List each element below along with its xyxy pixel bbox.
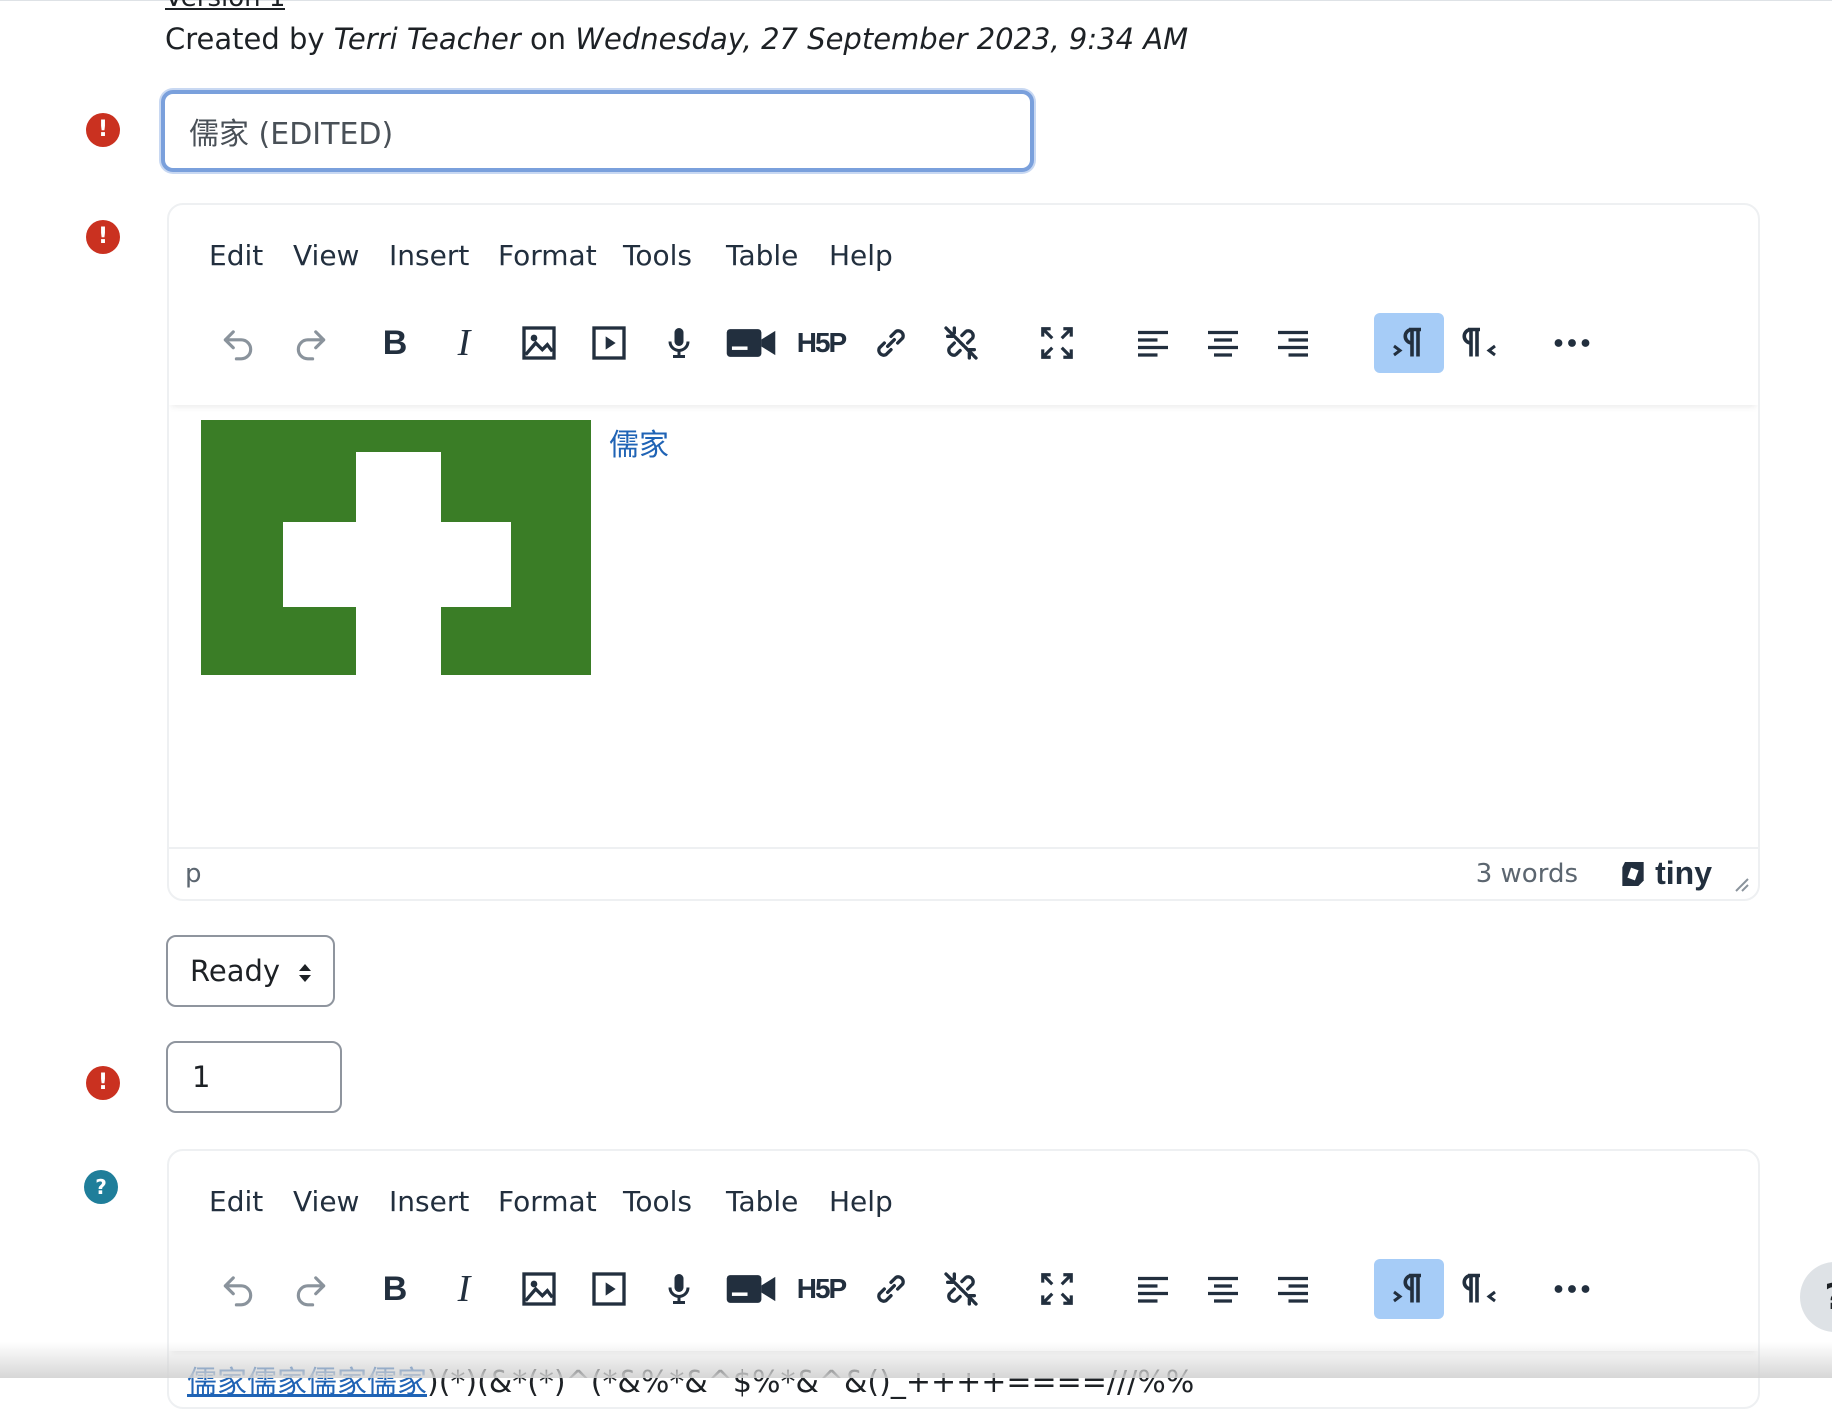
italic-icon[interactable]: I	[433, 1259, 495, 1319]
editor-statusbar: p 3 words tiny	[169, 847, 1758, 899]
bold-icon[interactable]: B	[364, 1259, 426, 1319]
title-input[interactable]: 儒家 (EDITED)	[161, 90, 1034, 172]
created-date: Wednesday, 27 September 2023, 9:34 AM	[575, 22, 1189, 56]
image-icon[interactable]	[508, 1259, 570, 1319]
menu-table[interactable]: Table	[726, 1185, 798, 1218]
record-audio-icon[interactable]	[648, 313, 710, 373]
rtl-icon[interactable]	[1449, 1259, 1511, 1319]
ltr-icon[interactable]	[1374, 313, 1444, 373]
unlink-icon[interactable]	[930, 313, 992, 373]
help-icon[interactable]: ?	[84, 1170, 118, 1204]
align-center-icon[interactable]	[1192, 1259, 1254, 1319]
h5p-icon[interactable]: H5P	[790, 313, 852, 373]
author-name: Terri Teacher	[333, 22, 521, 56]
media-icon[interactable]	[578, 313, 640, 373]
editor-toolbar: B I H5P	[169, 295, 1758, 405]
fullscreen-icon[interactable]	[1026, 313, 1088, 373]
italic-icon[interactable]: I	[433, 313, 495, 373]
more-icon[interactable]	[1541, 1259, 1603, 1319]
record-video-icon[interactable]	[720, 1259, 782, 1319]
rich-text-editor: Edit View Insert Format Tools Table Help…	[167, 203, 1760, 901]
align-right-icon[interactable]	[1262, 313, 1324, 373]
tiny-logo-icon	[1622, 861, 1644, 886]
number-input[interactable]: 1	[166, 1041, 342, 1113]
more-icon[interactable]	[1541, 313, 1603, 373]
unlink-icon[interactable]	[930, 1259, 992, 1319]
content-link[interactable]: 儒家	[609, 420, 669, 464]
menu-insert[interactable]: Insert	[389, 239, 469, 272]
status-select[interactable]: Ready	[166, 935, 335, 1007]
editor-menubar: Edit View Insert Format Tools Table Help	[169, 1151, 1758, 1241]
link-icon[interactable]	[860, 1259, 922, 1319]
image-icon[interactable]	[508, 313, 570, 373]
sort-caret-icon	[299, 964, 311, 982]
h5p-icon[interactable]: H5P	[790, 1259, 852, 1319]
align-left-icon[interactable]	[1122, 313, 1184, 373]
menu-edit[interactable]: Edit	[209, 1185, 263, 1218]
editor-menubar: Edit View Insert Format Tools Table Help	[169, 205, 1758, 295]
menu-format[interactable]: Format	[498, 239, 597, 272]
fullscreen-icon[interactable]	[1026, 1259, 1088, 1319]
bottom-fade	[0, 1342, 1832, 1378]
menu-view[interactable]: View	[293, 239, 359, 272]
ltr-icon[interactable]	[1374, 1259, 1444, 1319]
menu-help[interactable]: Help	[829, 239, 893, 272]
tiny-logo[interactable]: tiny	[1617, 855, 1712, 892]
media-icon[interactable]	[578, 1259, 640, 1319]
element-path[interactable]: p	[185, 859, 202, 889]
created-prefix: Created by	[165, 22, 325, 56]
required-error-icon: !	[86, 113, 120, 147]
menu-tools[interactable]: Tools	[623, 239, 692, 272]
menu-edit[interactable]: Edit	[209, 239, 263, 272]
created-on: on	[529, 22, 567, 56]
menu-tools[interactable]: Tools	[623, 1185, 692, 1218]
align-center-icon[interactable]	[1192, 313, 1254, 373]
resize-handle-icon[interactable]	[1730, 873, 1750, 893]
undo-icon[interactable]	[207, 1259, 269, 1319]
help-button[interactable]: ?	[1800, 1262, 1832, 1332]
rtl-icon[interactable]	[1449, 313, 1511, 373]
menu-insert[interactable]: Insert	[389, 1185, 469, 1218]
bold-icon[interactable]: B	[364, 313, 426, 373]
created-by-line: Created by Terri Teacher on Wednesday, 2…	[165, 22, 1188, 56]
menu-format[interactable]: Format	[498, 1185, 597, 1218]
redo-icon[interactable]	[280, 313, 342, 373]
editor-toolbar: B I H5P	[169, 1241, 1758, 1351]
menu-table[interactable]: Table	[726, 239, 798, 272]
align-right-icon[interactable]	[1262, 1259, 1324, 1319]
status-select-value: Ready	[190, 954, 281, 988]
required-error-icon: !	[86, 1066, 120, 1100]
required-error-icon: !	[86, 220, 120, 254]
green-cross-image[interactable]	[201, 420, 591, 675]
align-left-icon[interactable]	[1122, 1259, 1184, 1319]
undo-icon[interactable]	[207, 313, 269, 373]
record-video-icon[interactable]	[720, 313, 782, 373]
word-count[interactable]: 3 words	[1476, 859, 1578, 889]
menu-view[interactable]: View	[293, 1185, 359, 1218]
link-icon[interactable]	[860, 313, 922, 373]
version-link[interactable]: Version 1	[165, 0, 285, 10]
redo-icon[interactable]	[280, 1259, 342, 1319]
record-audio-icon[interactable]	[648, 1259, 710, 1319]
menu-help[interactable]: Help	[829, 1185, 893, 1218]
